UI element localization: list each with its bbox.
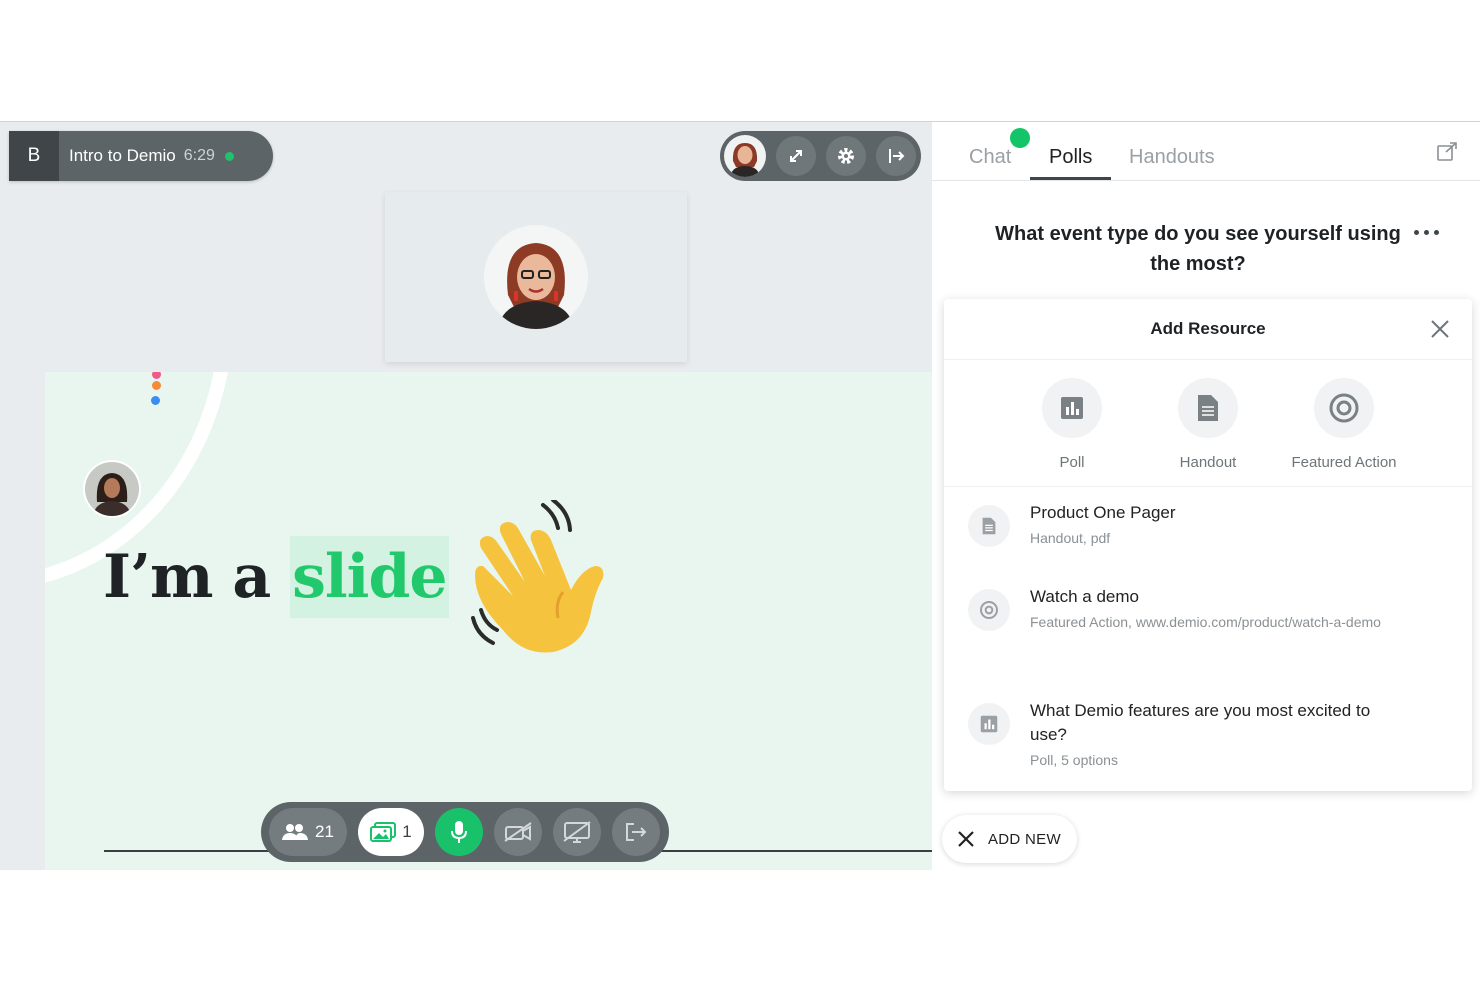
fullscreen-button[interactable] <box>776 136 816 176</box>
resource-item[interactable]: Product One Pager Handout, pdf <box>944 495 1472 575</box>
presentation-slide: I’m a slide <box>45 372 932 870</box>
settings-button[interactable] <box>826 136 866 176</box>
leave-stage-button[interactable] <box>876 136 916 176</box>
slide-decoration-dot <box>151 396 160 405</box>
exit-icon <box>889 149 905 163</box>
live-indicator <box>224 151 234 161</box>
active-tab-indicator <box>1030 177 1111 180</box>
expand-icon <box>790 150 802 162</box>
resource-item-subtitle: Handout, pdf <box>1030 530 1111 546</box>
webinar-app: B Intro to Demio 6:29 I’m a slide 21 1 C… <box>0 121 1480 870</box>
gear-icon <box>838 148 854 164</box>
resource-item-title: What Demio features are you most excited… <box>1030 701 1371 744</box>
popout-icon[interactable] <box>1436 142 1458 162</box>
target-icon <box>1329 393 1359 423</box>
presenter-video <box>484 225 588 329</box>
resource-type-options: Poll Handout Featured Action <box>944 360 1472 487</box>
attendee-count: 21 <box>315 822 334 841</box>
add-new-label: ADD NEW <box>988 830 1061 848</box>
exit-icon <box>626 823 647 841</box>
session-timer: 6:29 <box>183 147 215 164</box>
tab-handouts[interactable]: Handouts <box>1129 146 1215 169</box>
add-resource-panel: Add Resource Poll Handout Featured Actio… <box>944 299 1472 791</box>
session-title: Intro to Demio <box>69 146 176 165</box>
resource-option-featured-action[interactable]: Featured Action <box>1274 378 1414 471</box>
tab-polls[interactable]: Polls <box>1049 146 1092 169</box>
resource-item-title: Product One Pager <box>1030 503 1176 522</box>
poll-icon <box>980 715 998 733</box>
microphone-icon <box>451 821 467 843</box>
sidebar: Chat Polls Handouts What event type do y… <box>932 122 1480 870</box>
panel-title: Add Resource <box>1150 319 1266 338</box>
resource-item-subtitle: Poll, 5 options <box>1030 752 1118 768</box>
session-badge[interactable]: B <box>9 131 59 181</box>
resource-option-poll[interactable]: Poll <box>1002 378 1142 471</box>
stage: B Intro to Demio 6:29 I’m a slide 21 1 <box>0 122 932 870</box>
document-icon <box>982 517 996 535</box>
resource-option-label: Featured Action <box>1291 454 1397 471</box>
slide-text: I’m a <box>103 542 291 612</box>
chat-notification-dot <box>1010 128 1030 148</box>
bottom-control-bar: 21 1 <box>261 802 669 862</box>
slide-headline: I’m a slide <box>103 536 449 618</box>
screen-share-button[interactable] <box>553 808 601 856</box>
close-icon[interactable] <box>1430 319 1450 339</box>
target-icon <box>980 601 998 619</box>
people-icon <box>282 824 309 840</box>
poll-question: What event type do you see yourself usin… <box>995 223 1401 275</box>
document-icon <box>1198 395 1218 421</box>
slide-highlight: slide <box>290 536 449 618</box>
screen-share-off-icon <box>563 821 591 843</box>
more-options-button[interactable] <box>1414 230 1439 235</box>
resource-item-title: Watch a demo <box>1030 587 1139 606</box>
resource-option-label: Poll <box>1059 454 1085 471</box>
resources-button[interactable]: 1 <box>358 808 424 856</box>
waving-hand-icon <box>471 500 604 653</box>
sidebar-tabs: Chat Polls Handouts <box>932 122 1480 181</box>
panel-header: Add Resource <box>944 299 1472 360</box>
microphone-button[interactable] <box>435 808 483 856</box>
resource-option-handout[interactable]: Handout <box>1138 378 1278 471</box>
resource-item[interactable]: Watch a demo Featured Action, www.demio.… <box>944 579 1472 689</box>
slide-avatar <box>85 462 139 516</box>
camera-off-icon <box>504 822 532 842</box>
presenter-camera-tile <box>385 192 687 362</box>
presenter-avatar[interactable] <box>724 135 766 177</box>
add-new-button[interactable]: ADD NEW <box>942 815 1077 863</box>
resource-option-label: Handout <box>1179 454 1237 471</box>
leave-session-button[interactable] <box>612 808 660 856</box>
poll-icon <box>1061 397 1083 419</box>
resource-item-subtitle: Featured Action, www.demio.com/product/w… <box>1030 614 1381 630</box>
slide-decoration-dot <box>152 381 161 390</box>
resource-count: 1 <box>402 822 412 841</box>
tab-chat[interactable]: Chat <box>969 146 1011 169</box>
image-stack-icon <box>370 822 397 842</box>
attendees-button[interactable]: 21 <box>269 808 347 856</box>
stage-controls <box>720 131 921 181</box>
camera-button[interactable] <box>494 808 542 856</box>
resource-item[interactable]: What Demio features are you most excited… <box>944 699 1472 789</box>
session-title-pill: B Intro to Demio 6:29 <box>9 131 273 181</box>
close-icon <box>958 831 974 847</box>
more-dots-icon <box>1414 230 1419 235</box>
